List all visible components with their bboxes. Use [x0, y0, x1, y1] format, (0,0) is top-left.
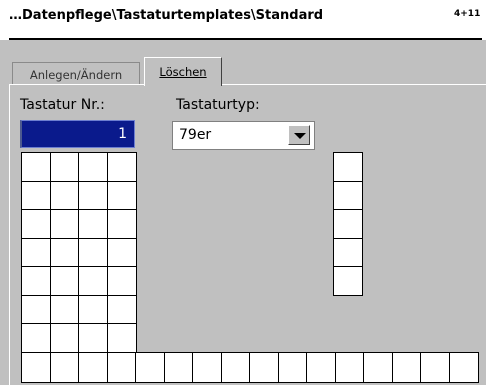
keyboard-key[interactable] [333, 237, 363, 268]
keyboard-key[interactable] [448, 351, 479, 383]
keyboard-key[interactable] [135, 351, 165, 383]
tab-anlegen-aendern[interactable]: Anlegen/Ändern [12, 62, 140, 86]
keyboard-number-field[interactable]: 1 [20, 120, 135, 148]
keyboard-key[interactable] [21, 237, 51, 268]
keyboard-key[interactable] [333, 266, 363, 296]
keyboard-key[interactable] [49, 180, 80, 211]
keyboard-key[interactable] [106, 152, 137, 182]
keyboard-type-label: Tastaturtyp: [176, 97, 260, 113]
keyboard-key[interactable] [49, 266, 80, 296]
keyboard-key[interactable] [21, 266, 51, 296]
keyboard-key[interactable] [21, 180, 51, 211]
keyboard-key[interactable] [333, 180, 363, 211]
keyboard-key[interactable] [106, 237, 137, 268]
keyboard-key[interactable] [333, 152, 363, 182]
keyboard-key[interactable] [21, 323, 51, 353]
keyboard-key[interactable] [49, 152, 80, 182]
title-bar: …Datenpflege\Tastaturtemplates\Standard … [0, 0, 486, 40]
keyboard-key[interactable] [277, 351, 308, 383]
keyboard-key[interactable] [106, 323, 137, 353]
page-indicator: 4+11 [454, 9, 481, 19]
keyboard-number-label: Tastatur Nr.: [20, 97, 105, 113]
keyboard-key[interactable] [21, 152, 51, 182]
keyboard-key[interactable] [21, 294, 51, 325]
keyboard-key[interactable] [106, 351, 137, 383]
keyboard-key[interactable] [78, 209, 108, 239]
chevron-down-icon[interactable] [288, 125, 310, 145]
keyboard-key[interactable] [106, 266, 137, 296]
keyboard-key[interactable] [106, 209, 137, 239]
keyboard-key[interactable] [106, 294, 137, 325]
keyboard-key[interactable] [306, 351, 336, 383]
keyboard-key[interactable] [21, 351, 51, 383]
keyboard-key[interactable] [78, 351, 108, 383]
keyboard-key[interactable] [49, 323, 80, 353]
keyboard-key[interactable] [363, 351, 393, 383]
keyboard-key[interactable] [78, 180, 108, 211]
keyboard-key[interactable] [192, 351, 222, 383]
keyboard-key[interactable] [49, 209, 80, 239]
tab-label: Anlegen/Ändern [29, 67, 123, 82]
tab-loeschen[interactable]: Löschen [144, 57, 222, 86]
keyboard-type-value: 79er [179, 127, 212, 143]
keyboard-key[interactable] [391, 351, 422, 383]
keyboard-key[interactable] [78, 152, 108, 182]
keyboard-key[interactable] [249, 351, 279, 383]
keyboard-key[interactable] [333, 209, 363, 239]
keyboard-key[interactable] [21, 209, 51, 239]
keyboard-key[interactable] [106, 180, 137, 211]
keyboard-key[interactable] [163, 351, 194, 383]
tab-label: Löschen [159, 65, 207, 79]
keyboard-key[interactable] [78, 237, 108, 268]
keyboard-key[interactable] [78, 294, 108, 325]
keyboard-key[interactable] [78, 323, 108, 353]
keyboard-key[interactable] [78, 266, 108, 296]
keyboard-key[interactable] [220, 351, 251, 383]
keyboard-type-select[interactable]: 79er [172, 121, 315, 150]
keyboard-key[interactable] [49, 294, 80, 325]
title-divider [9, 38, 482, 40]
keyboard-key[interactable] [49, 351, 80, 383]
keyboard-key[interactable] [334, 351, 365, 383]
keyboard-key[interactable] [49, 237, 80, 268]
window-title: …Datenpflege\Tastaturtemplates\Standard [9, 8, 324, 23]
keyboard-key[interactable] [420, 351, 450, 383]
